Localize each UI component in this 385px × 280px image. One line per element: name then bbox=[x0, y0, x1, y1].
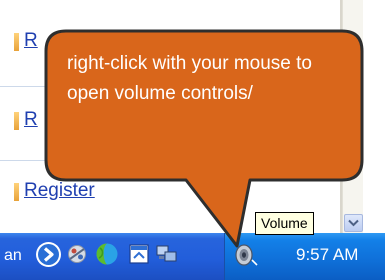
register-link[interactable]: Register bbox=[24, 180, 95, 202]
web-page-content: R R Register bbox=[0, 0, 363, 233]
computers-icon[interactable] bbox=[156, 243, 178, 265]
bullet-marker bbox=[14, 112, 19, 130]
globe-icon[interactable] bbox=[95, 242, 119, 266]
chevron-down-icon bbox=[348, 219, 359, 227]
window-icon[interactable] bbox=[128, 243, 150, 265]
taskbar-button-label[interactable]: an bbox=[4, 247, 22, 265]
vertical-scrollbar[interactable] bbox=[342, 0, 363, 233]
callout-text: right-click with your mouse to open volu… bbox=[67, 53, 312, 104]
volume-tooltip: Volume bbox=[255, 212, 314, 235]
bullet-marker bbox=[14, 183, 19, 201]
back-arrow-icon[interactable] bbox=[35, 241, 62, 268]
speaker-icon[interactable] bbox=[233, 242, 259, 268]
scroll-down-button[interactable] bbox=[344, 214, 363, 232]
taskbar-clock[interactable]: 9:57 AM bbox=[296, 245, 358, 265]
bullet-marker bbox=[14, 33, 19, 51]
network-icon[interactable] bbox=[66, 243, 88, 265]
row-divider bbox=[0, 160, 335, 161]
list-link[interactable]: R bbox=[24, 109, 38, 131]
list-link[interactable]: R bbox=[24, 30, 38, 52]
